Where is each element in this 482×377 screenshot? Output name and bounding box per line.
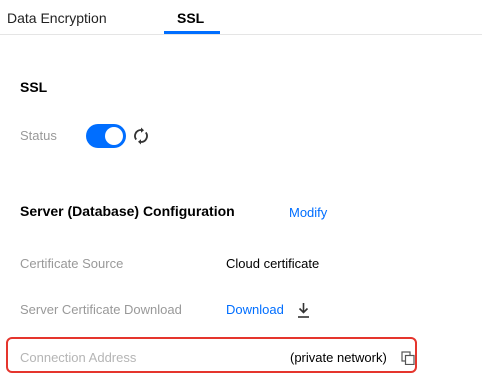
active-tab-indicator xyxy=(164,31,220,34)
download-link[interactable]: Download xyxy=(226,302,284,317)
certificate-source-value: Cloud certificate xyxy=(226,256,320,271)
ssl-section-title: SSL xyxy=(20,79,48,95)
connection-address-label: Connection Address xyxy=(20,350,137,365)
modify-link[interactable]: Modify xyxy=(289,205,327,220)
refresh-icon[interactable] xyxy=(133,127,149,145)
connection-address-value: (private network) xyxy=(290,350,387,365)
download-icon[interactable] xyxy=(297,302,310,319)
copy-icon[interactable] xyxy=(401,351,415,365)
toggle-knob xyxy=(105,127,123,145)
tab-bar: Data Encryption SSL xyxy=(0,0,482,35)
ssl-status-toggle[interactable] xyxy=(86,124,126,148)
status-label: Status xyxy=(20,128,57,143)
server-certificate-download-label: Server Certificate Download xyxy=(20,302,182,317)
server-configuration-title: Server (Database) Configuration xyxy=(20,203,235,219)
tab-ssl[interactable]: SSL xyxy=(177,9,204,27)
tab-data-encryption[interactable]: Data Encryption xyxy=(7,9,107,27)
certificate-source-label: Certificate Source xyxy=(20,256,124,271)
